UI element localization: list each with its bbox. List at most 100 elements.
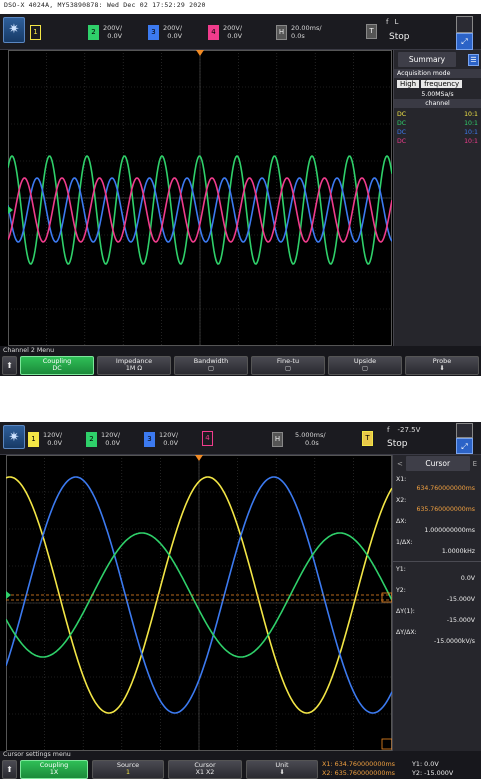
softkey-fine-tune[interactable]: Fine-tu ▢ <box>251 356 325 375</box>
agilent-logo-icon[interactable]: ✷ <box>3 17 25 43</box>
waveform-display[interactable] <box>6 455 392 751</box>
horizontal-indicator[interactable]: H 5.000ms/ 0.0s <box>272 431 326 447</box>
channel-2-indicator[interactable]: 2 200V/ 0.0V <box>88 24 122 40</box>
trigger-level: L <box>394 18 399 26</box>
trigger-setting: f -27.5V <box>387 426 420 434</box>
dy-dx-label: ΔY/ΔX: <box>396 629 417 636</box>
trigger-icon: T <box>362 431 373 446</box>
softkey-cursors-label: Cursor <box>194 761 216 769</box>
trigger-indicator[interactable]: T <box>362 431 373 446</box>
capture-header: DSO-X 4024A, MY53890878: Wed Dec 02 17:5… <box>4 1 206 9</box>
run-state-label: Stop <box>387 439 408 449</box>
coupling-value: DC <box>397 138 407 145</box>
acquisition-mode-label: Acquisition mode <box>394 69 481 78</box>
softkey-fine-tune-label: Fine-tu <box>276 357 300 365</box>
channel-2-offset: 0.0V <box>107 32 123 40</box>
softkey-bandwidth[interactable]: Bandwidth ▢ <box>174 356 248 375</box>
settings-icon[interactable] <box>456 423 473 438</box>
channel-2-indicator[interactable]: 2 120V/ 0.0V <box>86 431 120 447</box>
channel-4-scale: 200V/ <box>223 24 243 32</box>
trigger-indicator[interactable]: T <box>366 24 377 39</box>
coupling-value: DC <box>397 120 407 127</box>
delta-y-value: -15.000V <box>446 617 475 624</box>
channel-1-scale: 120V/ <box>43 431 63 439</box>
channel-1-indicator[interactable]: 1 120V/ 0.0V <box>28 431 62 447</box>
channel-2-badge: 2 <box>86 431 97 447</box>
softkey-bar: Cursor settings menu ⬆ Coupling 1X Sourc… <box>0 751 481 779</box>
agilent-logo-icon[interactable]: ✷ <box>3 425 25 449</box>
panel-menu-icon[interactable]: E <box>473 460 477 468</box>
softkey-mode[interactable]: Coupling 1X <box>20 760 88 779</box>
channel-4-indicator[interactable]: 4 <box>202 431 213 446</box>
probe-ratio: 10:1 <box>464 138 478 145</box>
timebase-value: 20.00ms/ <box>291 24 322 32</box>
acq-mode-value: High <box>397 80 420 88</box>
softkey-mode-label: Coupling <box>39 761 69 769</box>
softkey-impedance[interactable]: Impedance 1M Ω <box>97 356 171 375</box>
delta-y-label: ΔY(1): <box>396 608 415 615</box>
horizontal-indicator[interactable]: H 20.00ms/ 0.0s <box>276 24 322 40</box>
readout-y2: Y2: -15.000V <box>412 769 454 777</box>
cursor-panel: < Cursor E X1: 634.760000000ms X2: 635.7… <box>392 455 481 751</box>
probe-ratio: 10:1 <box>464 120 478 127</box>
menu-title: Cursor settings menu <box>3 751 71 758</box>
summary-tab[interactable]: Summary <box>398 52 456 67</box>
x1-value: 634.760000000ms <box>416 485 475 492</box>
trigger-icon: T <box>366 24 377 39</box>
channel-3-badge: 3 <box>148 24 159 40</box>
arrow-left-icon[interactable]: < <box>397 460 403 468</box>
softkey-probe[interactable]: Probe ⬇ <box>405 356 479 375</box>
softkey-invert[interactable]: Upside ▢ <box>328 356 402 375</box>
channel-4-offset: 0.0V <box>227 32 243 40</box>
run-state[interactable]: Stop <box>387 439 407 449</box>
channel-2-scale: 120V/ <box>101 431 121 439</box>
channel-2-scale: 200V/ <box>103 24 123 32</box>
touch-toggle-icon[interactable]: ⤢ <box>456 438 473 454</box>
channel-3-indicator[interactable]: 3 120V/ 0.0V <box>144 431 178 447</box>
softkey-source[interactable]: Source 1 <box>92 760 164 779</box>
channel-2-offset: 0.0V <box>105 439 121 447</box>
touch-toggle-icon[interactable]: ⤢ <box>456 33 473 50</box>
checkbox-icon: ▢ <box>208 365 214 372</box>
settings-icon[interactable] <box>456 16 473 33</box>
channel-1-badge: 1 <box>30 25 41 40</box>
softkey-coupling-value: DC <box>52 365 62 372</box>
timebase-value: 5.000ms/ <box>295 431 326 439</box>
dy-dx-value: -15.0000kV/s <box>434 638 475 645</box>
y1-label: Y1: <box>396 566 406 573</box>
channel-1-offset: 0.0V <box>47 439 63 447</box>
channel-3-indicator[interactable]: 3 200V/ 0.0V <box>148 24 182 40</box>
probe-ratio: 10:1 <box>464 129 478 136</box>
delay-value: 0.0s <box>291 32 305 40</box>
cursor-readout-y: Y1: 0.0V Y2: -15.000V <box>412 760 453 778</box>
x2-value: 635.760000000ms <box>416 506 475 513</box>
coupling-value: DC <box>397 111 407 118</box>
channel-1-indicator[interactable]: 1 <box>30 25 41 40</box>
channel-4-indicator[interactable]: 4 200V/ 0.0V <box>208 24 242 40</box>
softkey-cursors-value: X1 X2 <box>195 769 215 776</box>
panel-menu-icon[interactable]: ☰ <box>468 53 479 66</box>
delay-value: 0.0s <box>305 439 319 447</box>
waveform-display[interactable] <box>8 50 392 346</box>
back-button[interactable]: ⬆ <box>2 760 17 779</box>
channel-3-scale: 200V/ <box>163 24 183 32</box>
softkey-cursors[interactable]: Cursor X1 X2 <box>168 760 242 779</box>
x2-label: X2: <box>396 497 407 504</box>
softkey-mode-value: 1X <box>49 769 59 776</box>
checkbox-icon: ▢ <box>362 365 368 372</box>
acq-resolution-value: frequency <box>421 80 463 88</box>
run-state[interactable]: Stop <box>389 32 409 42</box>
softkey-units[interactable]: Unit ⬇ <box>246 760 318 779</box>
x1-label: X1: <box>396 476 407 483</box>
back-button[interactable]: ⬆ <box>2 356 17 375</box>
inv-delta-x-label: 1/ΔX: <box>396 539 413 546</box>
softkey-source-value: 1 <box>125 769 130 776</box>
softkey-coupling[interactable]: Coupling DC <box>20 356 94 375</box>
menu-title: Channel 2 Menu <box>3 347 55 354</box>
status-bar: ✷ 1 2 200V/ 0.0V 3 200V/ 0.0V 4 200V/ 0.… <box>0 14 481 50</box>
status-bar: ✷ 1 120V/ 0.0V 2 120V/ 0.0V 3 120V/ 0.0V… <box>0 422 481 455</box>
coupling-list: DC 10:1 DC 10:1 DC 10:1 DC 10:1 <box>394 110 481 146</box>
channel-header: channel <box>394 99 481 108</box>
channel-3-badge: 3 <box>144 431 155 447</box>
cursor-tab[interactable]: Cursor <box>405 456 470 471</box>
